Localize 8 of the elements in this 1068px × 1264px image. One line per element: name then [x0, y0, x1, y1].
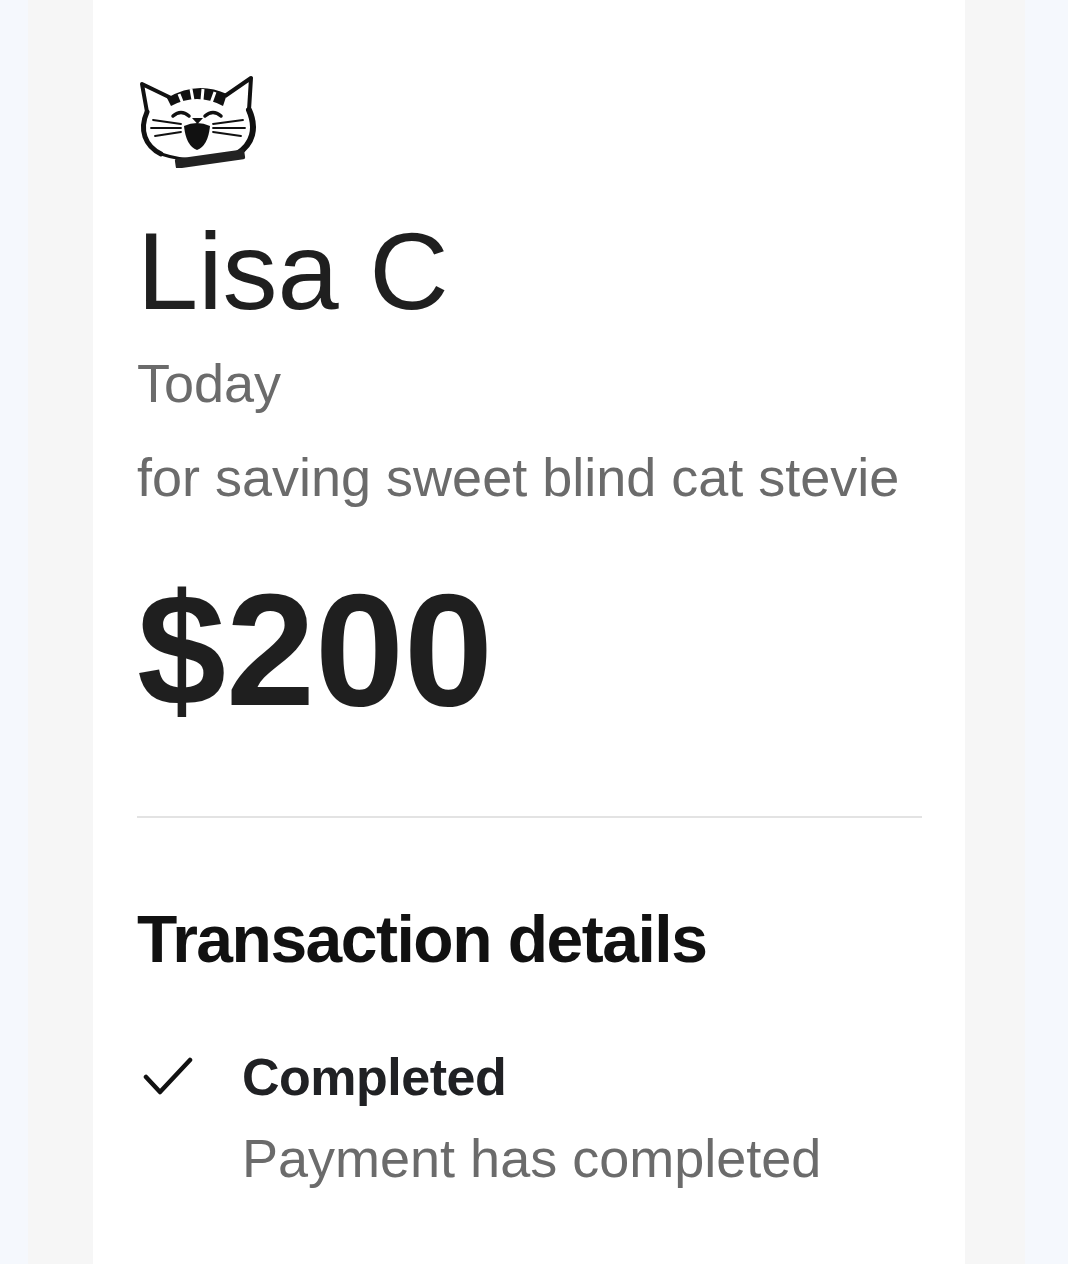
recipient-name: Lisa C — [137, 208, 449, 334]
status-description: Payment has completed — [242, 1126, 822, 1190]
payment-amount: $200 — [137, 562, 493, 739]
check-icon — [143, 1056, 193, 1097]
section-title: Transaction details — [137, 901, 707, 979]
payment-note: for saving sweet blind cat stevie — [137, 446, 900, 510]
transaction-date: Today — [137, 351, 282, 415]
status-label: Completed — [242, 1047, 508, 1109]
